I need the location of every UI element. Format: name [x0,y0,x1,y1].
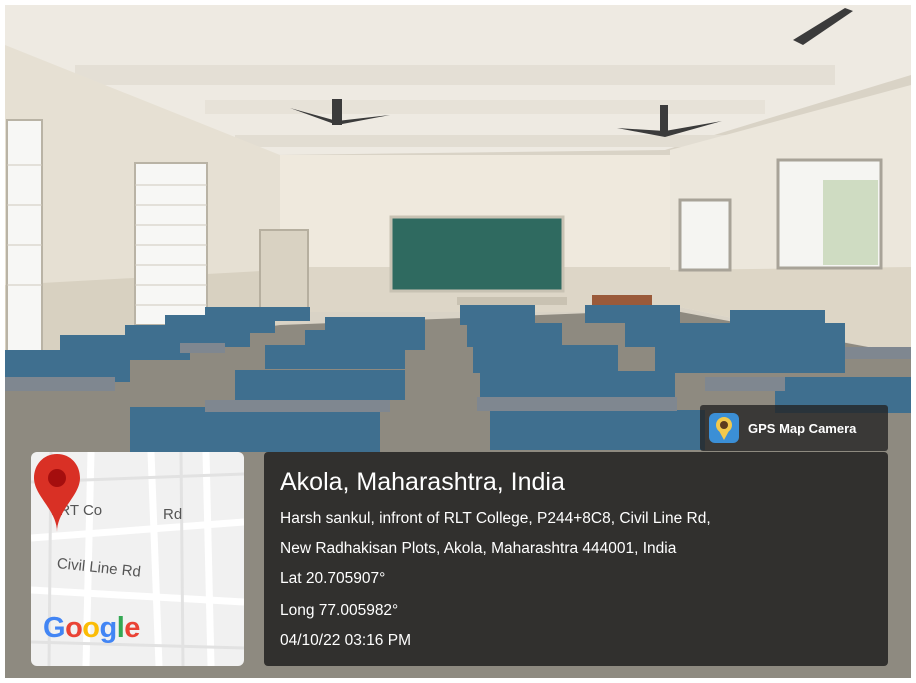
map-pin-icon [34,454,80,532]
map-thumbnail[interactable]: LRT Co Rd Civil Line Rd Google [31,452,244,666]
camera-pin-icon [709,413,739,443]
gps-camera-badge: GPS Map Camera [700,405,888,451]
badge-label: GPS Map Camera [748,421,857,436]
road-label: Rd [163,506,183,523]
location-title: Akola, Maharashtra, India [280,468,565,496]
location-info-panel: Akola, Maharashtra, India Harsh sankul, … [264,452,888,666]
address-line-2: New Radhakisan Plots, Akola, Maharashtra… [280,540,677,557]
longitude-text: Long 77.005982° [280,602,399,619]
address-line-1: Harsh sankul, infront of RLT College, P2… [280,510,711,527]
google-logo: Google [43,612,140,644]
datetime-text: 04/10/22 03:16 PM [280,632,411,649]
latitude-text: Lat 20.705907° [280,570,386,587]
photo-frame: GPS Map Camera LRT Co Rd Civil Line Rd G… [0,0,916,683]
